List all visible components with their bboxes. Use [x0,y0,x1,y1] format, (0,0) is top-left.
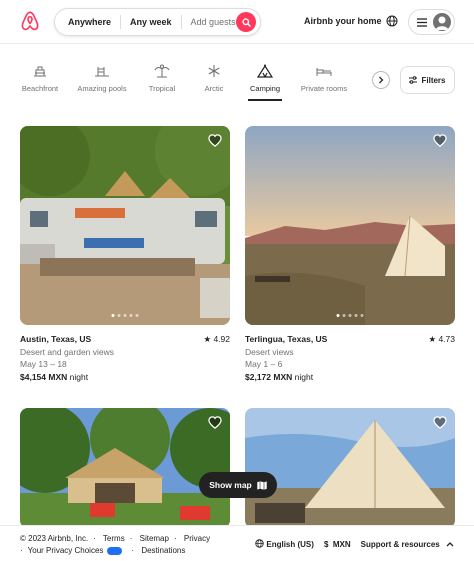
category-beachfront[interactable]: Beachfront [18,58,62,93]
category-tropical[interactable]: Tropical [144,58,180,93]
search-icon [241,17,251,27]
heart-icon[interactable] [433,416,447,429]
category-label: Beachfront [21,84,59,93]
beachfront-icon [34,66,46,77]
listing-card[interactable] [20,408,230,528]
footer-line-1: © 2023 Airbnb, Inc. · Terms · Sitemap · Pri… [20,534,211,543]
airbnb-your-home-link[interactable]: Airbnb your home [304,16,382,26]
filters-label: Filters [421,75,446,85]
listing-photo[interactable] [20,408,230,528]
category-label: Arctic [204,84,224,93]
listing-title: Terlingua, Texas, US [245,334,328,344]
footer-link-sitemap[interactable]: Sitemap [140,534,169,543]
camping-icon [257,64,273,78]
profile-menu-button[interactable] [408,9,455,35]
category-label: Private rooms [300,84,348,93]
heart-icon[interactable] [208,416,222,429]
chevron-up-icon [446,541,454,546]
currency-button[interactable]: $ MXN [324,540,351,549]
category-label: Camping [249,84,280,93]
map-icon [256,480,267,490]
listing-photo[interactable] [20,126,230,325]
listing-description: Desert and garden views [20,346,115,357]
footer-line-2: · Your Privacy Choices · Destinations [20,546,186,555]
currency-symbol: $ [323,539,329,549]
categories-next-button[interactable] [372,71,390,89]
photo-pagination [111,314,139,317]
listing-rating: ★ 4.73 [428,334,455,344]
listing-card[interactable]: Terlingua, Texas, US ★ 4.73 Desert views… [245,126,455,383]
globe-icon[interactable] [386,15,398,27]
category-label: Tropical [148,84,176,93]
header: Anywhere Any week Add guests Airbnb your… [0,0,474,44]
user-icon [435,16,449,30]
listing-title: Austin, Texas, US [20,334,92,344]
listing-rating: ★ 4.92 [203,334,230,344]
currency-label: MXN [332,539,351,549]
rating-value: 4.73 [438,334,455,344]
listing-price: $2,172 MXN night [245,371,455,384]
listing-photo[interactable] [245,126,455,325]
search-button[interactable] [236,12,256,32]
language-label: English (US) [266,540,314,549]
language-button[interactable]: English (US) [255,539,314,549]
listing-card[interactable] [245,408,455,528]
listing-info: Austin, Texas, US ★ 4.92 Desert and gard… [20,333,230,383]
show-map-label: Show map [209,480,252,490]
search-any-week[interactable]: Any week [121,17,181,27]
price-unit: night [294,371,314,382]
globe-icon [255,539,264,548]
listing-price: $4,154 MXN night [20,371,230,384]
snowflake-icon [208,65,220,77]
listing-dates: May 13 – 18 [20,359,67,369]
price-unit: night [69,371,89,382]
filters-button[interactable]: Filters [400,66,455,94]
category-arctic[interactable]: Arctic [198,58,230,93]
category-amazing-pools[interactable]: Amazing pools [74,58,130,93]
support-resources-button[interactable]: Support & resources [361,540,454,549]
avatar [433,13,451,31]
sliders-icon [409,76,418,84]
heart-icon[interactable] [208,134,222,147]
hamburger-menu-icon [417,17,427,27]
chevron-right-icon [379,76,384,84]
footer-link-privacy-choices[interactable]: Your Privacy Choices [28,546,104,555]
footer-right: English (US) $ MXN Support & resources [255,539,454,549]
category-camping[interactable]: Camping [248,58,282,101]
support-label: Support & resources [360,539,440,549]
footer-link-destinations[interactable]: Destinations [141,546,185,555]
price-value: $4,154 MXN [20,371,68,382]
photo-pagination [336,314,364,317]
listing-info: Terlingua, Texas, US ★ 4.73 Desert views… [245,333,455,383]
pool-icon [95,67,109,77]
listing-description: Desert views [245,346,294,357]
category-private-rooms[interactable]: Private rooms [298,58,350,93]
airbnb-logo-icon[interactable] [20,10,40,32]
category-label: Amazing pools [77,84,127,93]
listing-dates: May 1 – 6 [245,359,283,369]
privacy-choices-icon [107,546,123,555]
footer-link-privacy[interactable]: Privacy [184,534,210,543]
active-category-underline [248,99,282,101]
show-map-button[interactable]: Show map [199,472,277,498]
heart-icon[interactable] [433,134,447,147]
footer: © 2023 Airbnb, Inc. · Terms · Sitemap · Pri… [0,525,474,561]
search-bar[interactable]: Anywhere Any week Add guests [54,8,261,36]
bed-icon [316,68,332,76]
price-value: $2,172 MXN [245,371,293,382]
palm-tree-icon [154,64,170,78]
listing-photo[interactable] [245,408,455,528]
copyright: © 2023 Airbnb, Inc. [20,534,89,543]
search-anywhere[interactable]: Anywhere [55,17,120,27]
footer-link-terms[interactable]: Terms [103,534,125,543]
rating-value: 4.92 [213,334,230,344]
listing-card[interactable]: Austin, Texas, US ★ 4.92 Desert and gard… [20,126,230,383]
